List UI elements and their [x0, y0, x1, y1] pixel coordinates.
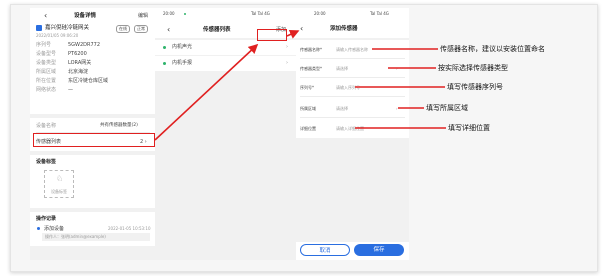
divider [296, 38, 409, 40]
status-badge: 正常 [134, 25, 148, 33]
field-value: 5GW2DR772 [68, 42, 101, 48]
add-tag-label: 设备标签 [51, 189, 67, 194]
field-label: 详细位置 [300, 126, 316, 131]
op-item: 添加设备 [44, 226, 65, 232]
sensor-list-screen: 20:00 Tal Tal 4G ‹ 传感器列表 添加 内机声光 › 内机手报 … [155, 8, 296, 260]
field-label: 传感器名称* [300, 47, 322, 52]
field-value: LORA网关 [68, 60, 92, 66]
field-label: 序列号 [36, 42, 52, 48]
page-title: 添加传感器 [330, 26, 358, 32]
serial-number-input[interactable]: 请输入序列号 [336, 85, 360, 91]
list-item[interactable]: 内机手报 › [155, 56, 296, 71]
field-label: 传感器类型* [300, 66, 322, 71]
sensor-count-value: 共有传感器数量(2) [100, 123, 138, 128]
timestamp: 2022/01/05 09:06:20 [36, 33, 79, 38]
op-detail: 操作人：张明(admin@example) [45, 234, 106, 239]
page-title: 传感器列表 [203, 27, 231, 33]
status-signal: Tal Tal 4G [251, 11, 270, 16]
page-title: 设备详情 [74, 13, 97, 19]
tag-icon: ♘ [56, 174, 64, 183]
field-label: 所在位置 [36, 78, 57, 84]
field-label: 所属区域 [36, 69, 57, 75]
divider [300, 58, 405, 59]
save-button[interactable]: 保存 [354, 244, 404, 256]
status-badge: 在线 [116, 25, 130, 33]
list-item[interactable]: 内机声光 › [155, 40, 296, 55]
back-button[interactable]: ‹ [44, 12, 47, 20]
sensor-list-highlight [33, 133, 155, 147]
status-dot-icon [184, 13, 186, 15]
field-value: 北京海淀 [68, 69, 89, 75]
cancel-button[interactable]: 取消 [300, 244, 350, 256]
back-button[interactable]: ‹ [300, 25, 303, 33]
status-dot-icon [163, 46, 166, 49]
sensor-count-label: 设备名称 [36, 123, 57, 129]
timeline-dot-icon [37, 227, 40, 230]
labels-section-title: 设备标签 [36, 159, 57, 165]
annotation-text: 按实际选择传感器类型 [438, 65, 508, 72]
device-icon [36, 25, 42, 31]
chevron-right-icon: › [396, 106, 398, 111]
list-area [155, 38, 296, 260]
field-label: 设备型号 [36, 51, 57, 57]
annotation-text: 传感器名称，建议以安装位置命名 [440, 46, 545, 53]
empty-area [296, 138, 409, 242]
back-button[interactable]: ‹ [167, 26, 170, 34]
field-value: 东区冷链仓库区域 [68, 78, 109, 84]
sensor-name: 内机手报 [172, 60, 193, 66]
field-label: 序列号* [300, 85, 314, 90]
divider [300, 77, 405, 78]
add-tag-button[interactable]: ♘ 设备标签 [44, 170, 74, 198]
status-time: 20:00 [314, 11, 326, 16]
status-dot-icon [163, 62, 166, 65]
divider [30, 114, 156, 118]
divider [30, 151, 156, 155]
sensor-name: 内机声光 [172, 44, 193, 50]
field-label: 设备类型 [36, 60, 57, 66]
field-value: PT6200 [68, 51, 87, 57]
field-value: — [68, 87, 73, 93]
chevron-right-icon: › [396, 66, 398, 71]
annotation-text: 填写传感器序列号 [447, 84, 503, 91]
region-select[interactable]: 请选择 [336, 106, 348, 112]
edit-button[interactable]: 编辑 [138, 13, 148, 19]
field-label: 所属区域 [300, 106, 316, 111]
divider [300, 96, 405, 97]
status-time: 20:00 [163, 11, 175, 16]
annotation-text: 填写所属区域 [426, 105, 468, 112]
location-input[interactable]: 请输入详细位置 [336, 126, 364, 132]
sensor-name-input[interactable]: 请输入传感器名称 [336, 47, 368, 53]
chevron-right-icon: › [286, 44, 288, 50]
add-sensor-screen: 20:00 Tal Tal 4G ‹ 添加传感器 传感器名称* 请输入传感器名称… [296, 8, 409, 260]
add-button-highlight [257, 29, 287, 41]
status-signal: Tal Tal 4G [370, 11, 389, 16]
chevron-right-icon: › [286, 60, 288, 66]
ops-section-title: 操作记录 [36, 216, 57, 222]
field-label: 网络状态 [36, 87, 57, 93]
device-name: 嘉兴倪硅冷链网关 [45, 25, 90, 31]
op-time: 2022-01-05 10:53:10 [108, 226, 151, 231]
divider [300, 117, 405, 118]
annotation-text: 填写详细位置 [448, 125, 490, 132]
divider [30, 208, 156, 212]
footer-area [30, 246, 156, 260]
sensor-type-select[interactable]: 请选择 [336, 66, 348, 72]
